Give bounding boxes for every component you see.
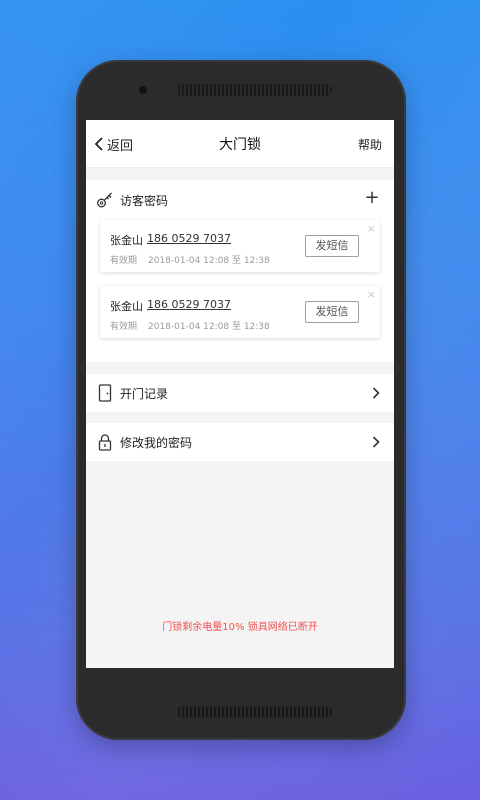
valid-period-label: 有效期 (110, 322, 138, 332)
help-button[interactable]: 帮助 (358, 136, 382, 153)
lock-status-message: 门锁剩余电量10% 锁具网络已断开 (162, 622, 318, 633)
top-speaker (176, 84, 332, 96)
lock-icon (98, 434, 112, 451)
visitor-phone-link[interactable]: 186 0529 7037 (147, 298, 231, 311)
bottom-speaker (176, 706, 332, 718)
open-records-label: 开门记录 (120, 387, 169, 401)
visitor-name: 张金山 (110, 300, 143, 313)
delete-card-button[interactable]: × (367, 288, 376, 301)
chevron-right-icon (372, 387, 380, 399)
valid-period-range: 2018-01-04 12:08 至 12:38 (148, 322, 270, 332)
page-title: 大门锁 (219, 137, 261, 153)
send-sms-button[interactable]: 发短信 (305, 301, 359, 323)
change-password-row[interactable]: 修改我的密码 (86, 423, 394, 461)
valid-period-label: 有效期 (110, 256, 138, 266)
visitor-password-card: 张金山 186 0529 7037 有效期 2018-01-04 12:08 至… (100, 220, 380, 272)
visitor-phone-link[interactable]: 186 0529 7037 (147, 232, 231, 245)
send-sms-button[interactable]: 发短信 (305, 235, 359, 257)
add-visitor-password-button[interactable]: + (362, 188, 382, 208)
chevron-right-icon (372, 436, 380, 448)
change-password-label: 修改我的密码 (120, 436, 193, 450)
valid-period-range: 2018-01-04 12:08 至 12:38 (148, 256, 270, 266)
app-screen: 返回 大门锁 帮助 访客密码 + 张金山 186 0529 7037 有效期 2… (86, 120, 394, 668)
navigation-bar: 返回 大门锁 帮助 (86, 120, 394, 168)
delete-card-button[interactable]: × (367, 222, 376, 235)
visitor-password-card: 张金山 186 0529 7037 有效期 2018-01-04 12:08 至… (100, 286, 380, 338)
visitor-password-section: 访客密码 + 张金山 186 0529 7037 有效期 2018-01-04 … (86, 180, 394, 362)
visitor-name: 张金山 (110, 234, 143, 247)
door-icon (98, 384, 112, 402)
key-icon (97, 192, 112, 208)
phone-frame: 返回 大门锁 帮助 访客密码 + 张金山 186 0529 7037 有效期 2… (76, 60, 406, 740)
open-records-row[interactable]: 开门记录 (86, 374, 394, 412)
visitor-section-header: 访客密码 + (86, 180, 394, 220)
visitor-section-title: 访客密码 (120, 194, 169, 208)
front-camera (139, 86, 147, 94)
